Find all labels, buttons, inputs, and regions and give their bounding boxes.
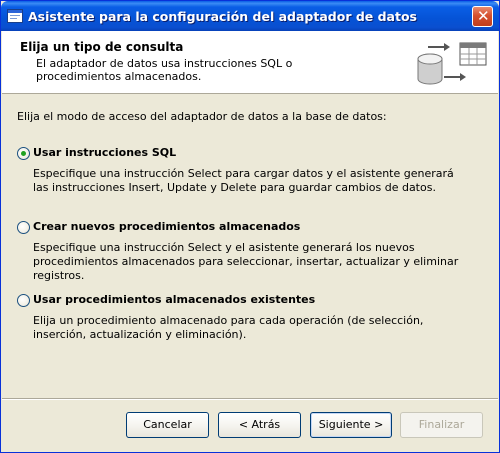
wizard-header: Elija un tipo de consulta El adaptador d… [2, 31, 498, 94]
wizard-window: Asistente para la configuración del adap… [0, 0, 500, 453]
finish-button[interactable]: Finalizar [400, 412, 483, 438]
title-bar[interactable]: Asistente para la configuración del adap… [1, 1, 499, 31]
close-icon: ✕ [477, 7, 490, 25]
option-label[interactable]: Usar procedimientos almacenados existent… [33, 293, 315, 306]
page-description: El adaptador de datos usa instrucciones … [36, 57, 293, 83]
option-label[interactable]: Crear nuevos procedimientos almacenados [33, 220, 300, 233]
window-title: Asistente para la configuración del adap… [28, 9, 417, 24]
cancel-button[interactable]: Cancelar [126, 412, 209, 438]
option-description: Especifique una instrucción Select y el … [33, 241, 459, 282]
close-button[interactable]: ✕ [472, 6, 493, 27]
app-window-icon [7, 9, 23, 23]
radio-sql-statements[interactable] [17, 147, 30, 160]
intro-text: Elija el modo de acceso del adaptador de… [17, 110, 387, 123]
radio-new-procedures[interactable] [17, 221, 30, 234]
back-button[interactable]: < Atrás [218, 412, 301, 438]
page-title: Elija un tipo de consulta [20, 40, 184, 54]
option-description: Elija un procedimiento almacenado para c… [33, 314, 424, 341]
option-description: Especifique una instrucción Select para … [33, 167, 454, 194]
option-label[interactable]: Usar instrucciones SQL [33, 146, 176, 159]
next-button[interactable]: Siguiente > [310, 412, 392, 438]
radio-existing-procedures[interactable] [17, 294, 30, 307]
database-table-icon [417, 42, 487, 85]
footer-divider [2, 398, 498, 400]
